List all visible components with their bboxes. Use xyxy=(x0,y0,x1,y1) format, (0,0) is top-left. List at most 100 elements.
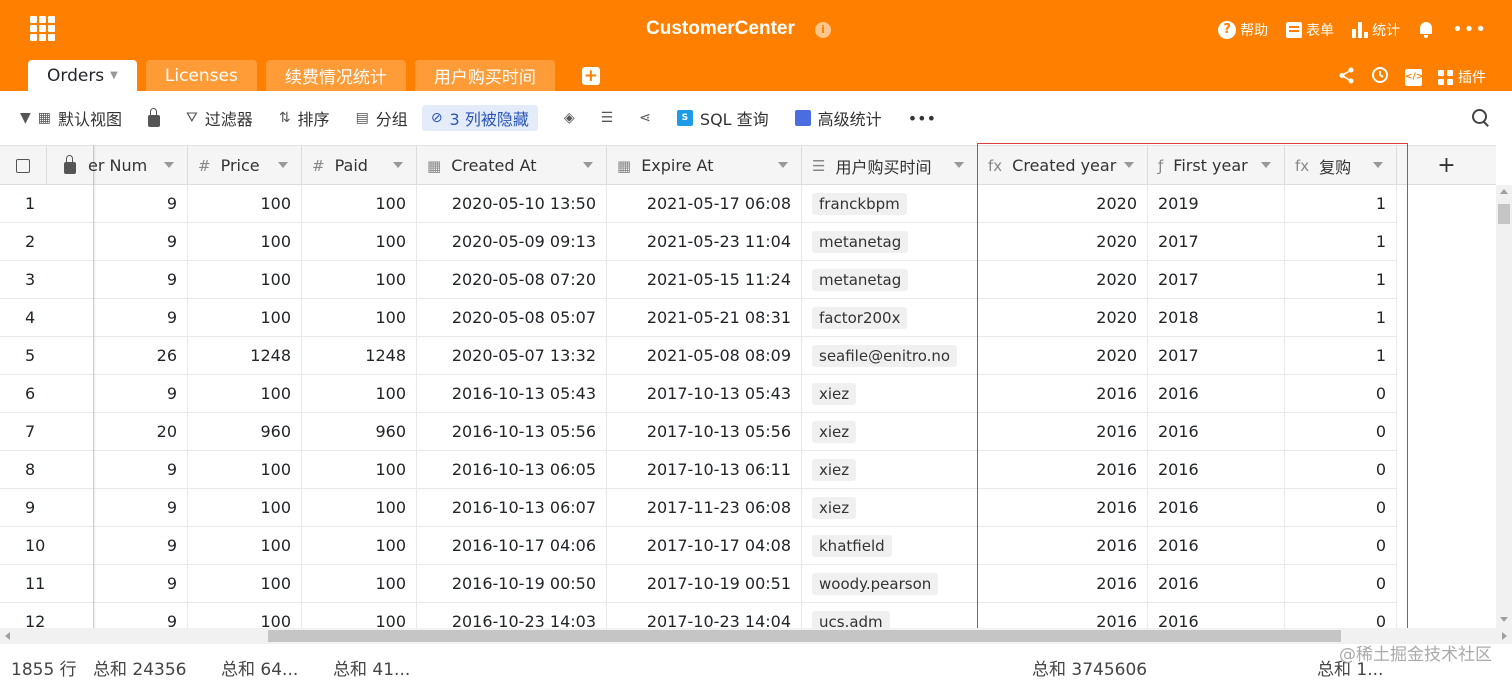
table-cell[interactable]: 2020-05-08 07:20 xyxy=(417,261,607,298)
scroll-right-icon[interactable] xyxy=(1502,632,1507,640)
table-cell[interactable]: 2016 xyxy=(1148,489,1285,526)
table-cell[interactable]: 0 xyxy=(1285,413,1397,450)
sum-created-year[interactable]: 总和 3745606 xyxy=(1032,655,1147,680)
help-button[interactable]: ? 帮助 xyxy=(1218,20,1268,40)
table-cell[interactable]: 20 xyxy=(94,413,188,450)
column-header[interactable]: ▦ Expire At xyxy=(607,146,802,185)
table-cell[interactable]: 2017-10-13 06:11 xyxy=(607,451,802,488)
table-cell[interactable]: 100 xyxy=(302,223,417,260)
table-cell[interactable]: 2017 xyxy=(1148,223,1285,260)
table-cell[interactable]: 2016-10-13 06:07 xyxy=(417,489,607,526)
table-cell[interactable]: 960 xyxy=(188,413,302,450)
bell-icon[interactable] xyxy=(1418,21,1434,39)
table-cell[interactable]: 2020 xyxy=(978,261,1148,298)
table-cell[interactable]: 2021-05-23 11:04 xyxy=(607,223,802,260)
tab-renewal-stats[interactable]: 续费情况统计 xyxy=(265,60,406,91)
sum-order-num[interactable]: 总和 24356 xyxy=(93,655,186,680)
table-cell[interactable]: 2016 xyxy=(1148,527,1285,564)
column-menu-caret-icon[interactable] xyxy=(1373,162,1383,168)
column-menu-caret-icon[interactable] xyxy=(954,162,964,168)
sum-price[interactable]: 总和 64... xyxy=(221,655,298,680)
filter-button[interactable]: ⛛ 过滤器 xyxy=(186,105,253,131)
column-menu-caret-icon[interactable] xyxy=(1261,162,1271,168)
table-row[interactable]: 7 20 960 960 2016-10-13 05:56 2017-10-13 05:5… xyxy=(0,413,1397,451)
table-cell[interactable]: 2021-05-08 08:09 xyxy=(607,337,802,374)
table-cell[interactable]: seafile@enitro.no xyxy=(802,337,978,374)
table-cell[interactable]: 9 xyxy=(94,223,188,260)
table-cell[interactable]: 100 xyxy=(302,451,417,488)
table-cell[interactable]: 100 xyxy=(188,565,302,602)
tab-orders[interactable]: Orders ▼ xyxy=(28,60,137,91)
table-cell[interactable]: 9 xyxy=(94,375,188,412)
horizontal-scroll-thumb[interactable] xyxy=(268,630,1341,642)
table-cell[interactable]: 26 xyxy=(94,337,188,374)
table-cell[interactable]: 2020-05-09 09:13 xyxy=(417,223,607,260)
chevron-down-icon[interactable]: ▼ xyxy=(110,70,118,81)
tab-licenses[interactable]: Licenses xyxy=(145,60,257,91)
table-cell[interactable]: 2016-10-19 00:50 xyxy=(417,565,607,602)
table-cell[interactable]: 2016 xyxy=(1148,565,1285,602)
table-row[interactable]: 3 9 100 100 2020-05-08 07:20 2021-05-15 11:24… xyxy=(0,261,1397,299)
table-cell[interactable]: 1 xyxy=(1285,223,1397,260)
table-cell[interactable]: 9 xyxy=(94,299,188,336)
table-cell[interactable]: 100 xyxy=(188,451,302,488)
table-cell[interactable]: 100 xyxy=(188,223,302,260)
table-cell[interactable]: 2017 xyxy=(1148,337,1285,374)
form-button[interactable]: 表单 xyxy=(1286,20,1334,40)
column-header[interactable]: # Price xyxy=(188,146,302,185)
more-menu-button[interactable]: ••• xyxy=(1452,19,1487,40)
column-header[interactable]: er Num xyxy=(88,146,188,185)
add-table-button[interactable]: + xyxy=(581,67,600,85)
sort-button[interactable]: ⇅ 排序 xyxy=(279,105,330,131)
table-cell[interactable]: 100 xyxy=(302,299,417,336)
table-cell[interactable]: 2017-10-19 00:51 xyxy=(607,565,802,602)
table-cell[interactable]: 2017-10-13 05:56 xyxy=(607,413,802,450)
table-cell[interactable]: 2016-10-13 06:05 xyxy=(417,451,607,488)
table-cell[interactable]: 0 xyxy=(1285,565,1397,602)
info-icon[interactable]: i xyxy=(815,22,831,38)
table-cell[interactable]: ucs.adm xyxy=(802,603,978,628)
table-cell[interactable]: 1 xyxy=(1285,261,1397,298)
select-all-cell[interactable] xyxy=(0,146,47,185)
horizontal-scrollbar[interactable] xyxy=(0,628,1512,644)
table-cell[interactable]: 2016 xyxy=(978,527,1148,564)
table-cell[interactable]: 0 xyxy=(1285,451,1397,488)
table-cell[interactable]: 2020-05-10 13:50 xyxy=(417,185,607,222)
table-cell[interactable]: 100 xyxy=(302,185,417,222)
table-cell[interactable]: 9 xyxy=(94,527,188,564)
table-cell[interactable]: 2017-10-13 05:43 xyxy=(607,375,802,412)
table-cell[interactable]: 1 xyxy=(1285,185,1397,222)
table-cell[interactable]: 2016-10-23 14:03 xyxy=(417,603,607,628)
view-selector[interactable]: ▼ ▦ 默认视图 xyxy=(20,105,122,131)
table-cell[interactable]: 2020 xyxy=(978,185,1148,222)
table-cell[interactable]: 0 xyxy=(1285,527,1397,564)
table-row[interactable]: 11 9 100 100 2016-10-19 00:50 2017-10-19 00:5… xyxy=(0,565,1397,603)
share-view-button[interactable]: ⋖ xyxy=(639,105,651,131)
row-height-button[interactable]: ☰ xyxy=(601,105,614,131)
table-cell[interactable]: 2020 xyxy=(978,299,1148,336)
table-cell[interactable]: 960 xyxy=(302,413,417,450)
table-cell[interactable]: 1 xyxy=(1285,337,1397,374)
table-cell[interactable]: 2017-11-23 06:08 xyxy=(607,489,802,526)
vertical-scroll-thumb[interactable] xyxy=(1498,204,1510,224)
toolbar-more-button[interactable]: ••• xyxy=(908,105,936,131)
apps-grid-icon[interactable] xyxy=(30,16,55,41)
table-cell[interactable]: 100 xyxy=(188,299,302,336)
table-cell[interactable]: 2016 xyxy=(978,413,1148,450)
table-cell[interactable]: 2017-10-17 04:08 xyxy=(607,527,802,564)
table-cell[interactable]: 100 xyxy=(302,603,417,628)
column-menu-caret-icon[interactable] xyxy=(278,162,288,168)
table-cell[interactable]: 9 xyxy=(94,185,188,222)
table-cell[interactable]: franckbpm xyxy=(802,185,978,222)
table-cell[interactable]: 9 xyxy=(94,489,188,526)
table-cell[interactable]: 2021-05-17 06:08 xyxy=(607,185,802,222)
scroll-left-icon[interactable] xyxy=(5,632,10,640)
table-cell[interactable]: 2020 xyxy=(978,223,1148,260)
table-row[interactable]: 9 9 100 100 2016-10-13 06:07 2017-11-23 06:08… xyxy=(0,489,1397,527)
table-cell[interactable]: xiez xyxy=(802,489,978,526)
table-cell[interactable]: 100 xyxy=(188,603,302,628)
table-cell[interactable]: 2016-10-17 04:06 xyxy=(417,527,607,564)
column-menu-caret-icon[interactable] xyxy=(1124,162,1134,168)
table-cell[interactable]: khatfield xyxy=(802,527,978,564)
advanced-stats-button[interactable]: 高级统计 xyxy=(794,105,882,131)
